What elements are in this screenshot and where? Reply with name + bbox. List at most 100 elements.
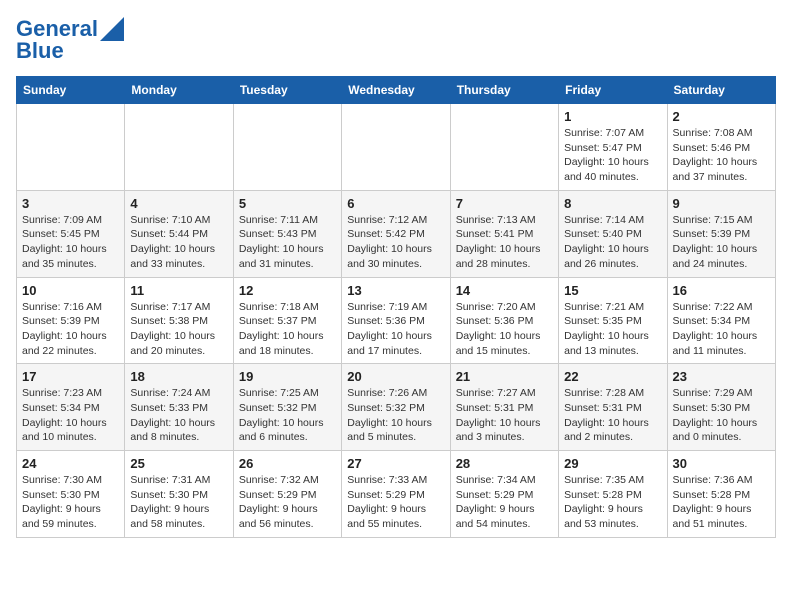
day-info: Sunrise: 7:15 AM Sunset: 5:39 PM Dayligh… bbox=[673, 213, 770, 272]
calendar-cell: 16Sunrise: 7:22 AM Sunset: 5:34 PM Dayli… bbox=[667, 277, 775, 364]
day-info: Sunrise: 7:28 AM Sunset: 5:31 PM Dayligh… bbox=[564, 386, 661, 445]
weekday-header-sunday: Sunday bbox=[17, 77, 125, 104]
logo-text-blue: Blue bbox=[16, 38, 64, 64]
calendar-cell: 2 Sunrise: 7:08 AM Sunset: 5:46 PM Daylig… bbox=[667, 104, 775, 191]
day-number: 7 bbox=[456, 196, 553, 211]
day-info: Sunrise: 7:26 AM Sunset: 5:32 PM Dayligh… bbox=[347, 386, 444, 445]
calendar-cell: 18 Sunrise: 7:24 AM Sunset: 5:33 PM Dayli… bbox=[125, 364, 233, 451]
day-info: Sunrise: 7:25 AM Sunset: 5:32 PM Dayligh… bbox=[239, 386, 336, 445]
calendar-cell: 7 Sunrise: 7:13 AM Sunset: 5:41 PM Daylig… bbox=[450, 190, 558, 277]
calendar-cell: 9 Sunrise: 7:15 AM Sunset: 5:39 PM Daylig… bbox=[667, 190, 775, 277]
calendar-cell: 5 Sunrise: 7:11 AM Sunset: 5:43 PM Daylig… bbox=[233, 190, 341, 277]
day-info: Sunrise: 7:32 AM Sunset: 5:29 PM Dayligh… bbox=[239, 473, 336, 532]
day-info: Sunrise: 7:08 AM Sunset: 5:46 PM Dayligh… bbox=[673, 126, 770, 185]
calendar-cell: 17 Sunrise: 7:23 AM Sunset: 5:34 PM Dayli… bbox=[17, 364, 125, 451]
calendar-cell: 28Sunrise: 7:34 AM Sunset: 5:29 PM Dayli… bbox=[450, 451, 558, 538]
day-info: Sunrise: 7:11 AM Sunset: 5:43 PM Dayligh… bbox=[239, 213, 336, 272]
calendar-cell: 6 Sunrise: 7:12 AM Sunset: 5:42 PM Daylig… bbox=[342, 190, 450, 277]
day-info: Sunrise: 7:18 AM Sunset: 5:37 PM Dayligh… bbox=[239, 300, 336, 359]
calendar-cell: 3 Sunrise: 7:09 AM Sunset: 5:45 PM Daylig… bbox=[17, 190, 125, 277]
calendar-cell: 26 Sunrise: 7:32 AM Sunset: 5:29 PM Dayli… bbox=[233, 451, 341, 538]
calendar-cell bbox=[450, 104, 558, 191]
logo-triangle-icon bbox=[100, 17, 124, 41]
calendar-week-3: 10 Sunrise: 7:16 AM Sunset: 5:39 PM Dayli… bbox=[17, 277, 776, 364]
day-number: 9 bbox=[673, 196, 770, 211]
day-info: Sunrise: 7:12 AM Sunset: 5:42 PM Dayligh… bbox=[347, 213, 444, 272]
day-number: 19 bbox=[239, 369, 336, 384]
day-number: 20 bbox=[347, 369, 444, 384]
calendar-body: 1Sunrise: 7:07 AM Sunset: 5:47 PM Daylig… bbox=[17, 104, 776, 538]
day-number: 23 bbox=[673, 369, 770, 384]
day-info: Sunrise: 7:17 AM Sunset: 5:38 PM Dayligh… bbox=[130, 300, 227, 359]
day-number: 3 bbox=[22, 196, 119, 211]
day-number: 21 bbox=[456, 369, 553, 384]
calendar-cell: 4Sunrise: 7:10 AM Sunset: 5:44 PM Daylig… bbox=[125, 190, 233, 277]
weekday-header-friday: Friday bbox=[559, 77, 667, 104]
day-number: 30 bbox=[673, 456, 770, 471]
day-info: Sunrise: 7:19 AM Sunset: 5:36 PM Dayligh… bbox=[347, 300, 444, 359]
logo: General Blue bbox=[16, 16, 124, 64]
day-info: Sunrise: 7:16 AM Sunset: 5:39 PM Dayligh… bbox=[22, 300, 119, 359]
calendar-cell: 15 Sunrise: 7:21 AM Sunset: 5:35 PM Dayli… bbox=[559, 277, 667, 364]
day-number: 15 bbox=[564, 283, 661, 298]
day-number: 17 bbox=[22, 369, 119, 384]
day-number: 28 bbox=[456, 456, 553, 471]
calendar-cell: 12 Sunrise: 7:18 AM Sunset: 5:37 PM Dayli… bbox=[233, 277, 341, 364]
calendar-cell bbox=[17, 104, 125, 191]
day-info: Sunrise: 7:33 AM Sunset: 5:29 PM Dayligh… bbox=[347, 473, 444, 532]
day-number: 8 bbox=[564, 196, 661, 211]
calendar-week-2: 3 Sunrise: 7:09 AM Sunset: 5:45 PM Daylig… bbox=[17, 190, 776, 277]
day-info: Sunrise: 7:27 AM Sunset: 5:31 PM Dayligh… bbox=[456, 386, 553, 445]
day-number: 29 bbox=[564, 456, 661, 471]
day-info: Sunrise: 7:23 AM Sunset: 5:34 PM Dayligh… bbox=[22, 386, 119, 445]
calendar-cell: 14Sunrise: 7:20 AM Sunset: 5:36 PM Dayli… bbox=[450, 277, 558, 364]
day-number: 11 bbox=[130, 283, 227, 298]
day-number: 5 bbox=[239, 196, 336, 211]
day-number: 12 bbox=[239, 283, 336, 298]
calendar-cell: 22 Sunrise: 7:28 AM Sunset: 5:31 PM Dayli… bbox=[559, 364, 667, 451]
day-info: Sunrise: 7:14 AM Sunset: 5:40 PM Dayligh… bbox=[564, 213, 661, 272]
day-info: Sunrise: 7:36 AM Sunset: 5:28 PM Dayligh… bbox=[673, 473, 770, 532]
day-number: 26 bbox=[239, 456, 336, 471]
weekday-header-wednesday: Wednesday bbox=[342, 77, 450, 104]
day-info: Sunrise: 7:21 AM Sunset: 5:35 PM Dayligh… bbox=[564, 300, 661, 359]
weekday-header-saturday: Saturday bbox=[667, 77, 775, 104]
day-number: 13 bbox=[347, 283, 444, 298]
day-info: Sunrise: 7:22 AM Sunset: 5:34 PM Dayligh… bbox=[673, 300, 770, 359]
day-number: 27 bbox=[347, 456, 444, 471]
calendar-cell: 19 Sunrise: 7:25 AM Sunset: 5:32 PM Dayli… bbox=[233, 364, 341, 451]
calendar-cell: 1Sunrise: 7:07 AM Sunset: 5:47 PM Daylig… bbox=[559, 104, 667, 191]
calendar-week-4: 17 Sunrise: 7:23 AM Sunset: 5:34 PM Dayli… bbox=[17, 364, 776, 451]
day-info: Sunrise: 7:31 AM Sunset: 5:30 PM Dayligh… bbox=[130, 473, 227, 532]
calendar-cell: 20 Sunrise: 7:26 AM Sunset: 5:32 PM Dayli… bbox=[342, 364, 450, 451]
calendar-cell: 29Sunrise: 7:35 AM Sunset: 5:28 PM Dayli… bbox=[559, 451, 667, 538]
day-number: 18 bbox=[130, 369, 227, 384]
day-info: Sunrise: 7:24 AM Sunset: 5:33 PM Dayligh… bbox=[130, 386, 227, 445]
day-info: Sunrise: 7:13 AM Sunset: 5:41 PM Dayligh… bbox=[456, 213, 553, 272]
header: General Blue bbox=[16, 16, 776, 64]
calendar-cell: 30 Sunrise: 7:36 AM Sunset: 5:28 PM Dayli… bbox=[667, 451, 775, 538]
day-info: Sunrise: 7:09 AM Sunset: 5:45 PM Dayligh… bbox=[22, 213, 119, 272]
day-number: 25 bbox=[130, 456, 227, 471]
weekday-header-row: SundayMondayTuesdayWednesdayThursdayFrid… bbox=[17, 77, 776, 104]
day-number: 22 bbox=[564, 369, 661, 384]
day-number: 2 bbox=[673, 109, 770, 124]
day-info: Sunrise: 7:29 AM Sunset: 5:30 PM Dayligh… bbox=[673, 386, 770, 445]
calendar-week-5: 24 Sunrise: 7:30 AM Sunset: 5:30 PM Dayli… bbox=[17, 451, 776, 538]
day-info: Sunrise: 7:07 AM Sunset: 5:47 PM Dayligh… bbox=[564, 126, 661, 185]
calendar-cell: 8 Sunrise: 7:14 AM Sunset: 5:40 PM Daylig… bbox=[559, 190, 667, 277]
day-number: 14 bbox=[456, 283, 553, 298]
calendar-cell: 25 Sunrise: 7:31 AM Sunset: 5:30 PM Dayli… bbox=[125, 451, 233, 538]
calendar-cell bbox=[125, 104, 233, 191]
weekday-header-tuesday: Tuesday bbox=[233, 77, 341, 104]
day-info: Sunrise: 7:30 AM Sunset: 5:30 PM Dayligh… bbox=[22, 473, 119, 532]
calendar-cell: 23 Sunrise: 7:29 AM Sunset: 5:30 PM Dayli… bbox=[667, 364, 775, 451]
day-number: 10 bbox=[22, 283, 119, 298]
day-number: 4 bbox=[130, 196, 227, 211]
calendar-cell: 13 Sunrise: 7:19 AM Sunset: 5:36 PM Dayli… bbox=[342, 277, 450, 364]
day-number: 24 bbox=[22, 456, 119, 471]
day-number: 6 bbox=[347, 196, 444, 211]
calendar-cell: 10 Sunrise: 7:16 AM Sunset: 5:39 PM Dayli… bbox=[17, 277, 125, 364]
calendar-cell bbox=[342, 104, 450, 191]
calendar-cell: 24 Sunrise: 7:30 AM Sunset: 5:30 PM Dayli… bbox=[17, 451, 125, 538]
